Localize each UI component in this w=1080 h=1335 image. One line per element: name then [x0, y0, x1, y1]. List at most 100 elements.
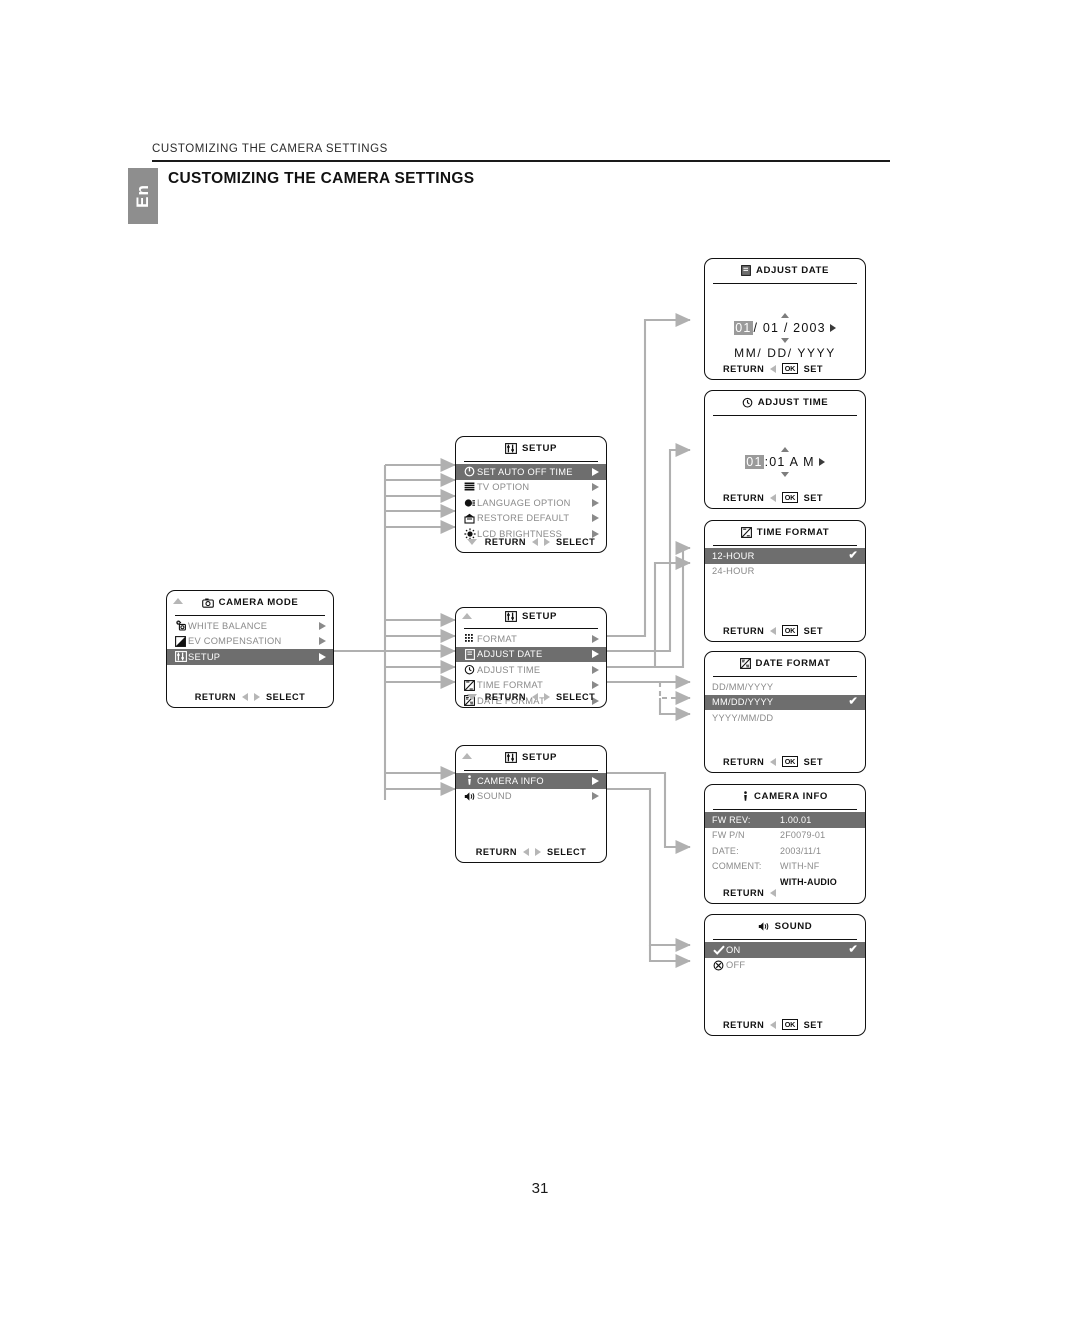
menu-item-time-format[interactable]: TIME FORMAT — [456, 678, 606, 694]
panel-setup-info: SETUP CAMERA INFO SOUND RETURN SELECT — [455, 745, 607, 863]
chevron-right-icon — [319, 637, 326, 646]
panel-adjust-time: ADJUST TIME 01 :01 A M RETURN OK SET — [704, 390, 866, 509]
time-value: 01 :01 A M — [745, 455, 825, 469]
select-label[interactable]: SELECT — [556, 692, 595, 702]
caret-down-icon[interactable] — [781, 472, 789, 477]
info-value: 2003/11/1 — [780, 845, 822, 856]
select-label[interactable]: SELECT — [556, 537, 595, 547]
panel-time-format: TIME FORMAT 12-HOUR ✔ 24-HOUR RETURN OK … — [704, 520, 866, 642]
option-12-hour[interactable]: 12-HOUR ✔ — [705, 548, 865, 564]
menu-item-white-balance[interactable]: WHITE BALANCE — [167, 618, 333, 634]
caret-up-icon[interactable] — [781, 447, 789, 452]
ok-button[interactable]: OK — [782, 625, 798, 636]
panel-footer: RETURN OK SET — [705, 625, 865, 636]
time-rest: :01 A M — [764, 455, 815, 469]
info-row: FW P/N 2F0079-01 — [705, 828, 865, 844]
menu-item-label: SETUP — [188, 651, 221, 662]
scroll-down-icon[interactable] — [466, 539, 477, 545]
return-label[interactable]: RETURN — [723, 626, 764, 636]
menu-item-setup[interactable]: SETUP — [167, 649, 333, 665]
menu-item-tv-option[interactable]: TV OPTION — [456, 480, 606, 496]
time-value-editor[interactable]: 01 :01 A M — [705, 447, 865, 477]
return-label[interactable]: RETURN — [723, 757, 764, 767]
option-label: OFF — [726, 960, 746, 971]
menu-item-label: SOUND — [477, 791, 512, 802]
menu-item-label: EV COMPENSATION — [188, 636, 282, 647]
panel-title: ADJUST DATE — [705, 265, 865, 276]
return-label[interactable]: RETURN — [723, 364, 764, 374]
set-label[interactable]: SET — [804, 757, 823, 767]
return-label[interactable]: RETURN — [485, 537, 526, 547]
arrow-left-icon — [770, 757, 777, 766]
option-sound-on[interactable]: ON ✔ — [705, 942, 865, 958]
menu-item-adjust-time[interactable]: ADJUST TIME — [456, 662, 606, 678]
menu-item-restore-default[interactable]: RESTORE DEFAULT — [456, 511, 606, 527]
panel-title: SETUP — [456, 752, 606, 763]
info-key: FW P/N — [712, 830, 745, 841]
chevron-right-icon — [319, 652, 326, 661]
return-label[interactable]: RETURN — [476, 847, 517, 857]
info-row: FW REV: 1.00.01 — [705, 812, 865, 828]
panel-title-text: SETUP — [522, 611, 557, 622]
panel-title-text: ADJUST DATE — [755, 265, 830, 276]
date-month-field[interactable]: 01 — [734, 321, 753, 335]
panel-footer: RETURN SELECT — [167, 692, 333, 702]
language-icon — [462, 498, 477, 508]
ok-button[interactable]: OK — [782, 363, 798, 374]
panel-footer: RETURN OK SET — [705, 1019, 865, 1030]
set-label[interactable]: SET — [804, 493, 823, 503]
calendar-icon — [462, 648, 477, 660]
return-label[interactable]: RETURN — [485, 692, 526, 702]
menu-item-adjust-date[interactable]: ADJUST DATE — [456, 646, 606, 662]
time-format-icon — [740, 527, 752, 538]
menu-item-language-option[interactable]: LANGUAGE OPTION — [456, 495, 606, 511]
menu-item-label: TIME FORMAT — [477, 680, 544, 691]
menu-item-camera-info[interactable]: CAMERA INFO — [456, 773, 606, 789]
panel-footer: RETURN SELECT — [456, 537, 606, 547]
caret-down-icon[interactable] — [781, 338, 789, 343]
return-label[interactable]: RETURN — [723, 1020, 764, 1030]
clock-icon — [742, 397, 753, 408]
menu-item-set-auto-off-time[interactable]: SET AUTO OFF TIME — [456, 464, 606, 480]
info-row: DATE: 2003/11/1 — [705, 843, 865, 859]
set-label[interactable]: SET — [804, 364, 823, 374]
date-value-editor[interactable]: 01 / 01 / 2003 MM/ DD/ YYYY — [705, 313, 865, 360]
menu-item-label: TV OPTION — [477, 482, 530, 493]
option-label: 12-HOUR — [712, 550, 755, 561]
scroll-down-icon[interactable] — [466, 694, 477, 700]
option-24-hour[interactable]: 24-HOUR — [705, 564, 865, 580]
set-label[interactable]: SET — [804, 1020, 823, 1030]
arrow-right-icon[interactable] — [818, 458, 825, 466]
info-value: WITH-NF — [780, 861, 820, 872]
return-label[interactable]: RETURN — [723, 493, 764, 503]
option-yyyy-mm-dd[interactable]: YYYY/MM/DD — [705, 710, 865, 726]
ok-button[interactable]: OK — [782, 492, 798, 503]
return-label[interactable]: RETURN — [195, 692, 236, 702]
menu-item-sound[interactable]: SOUND — [456, 789, 606, 805]
menu-item-label: FORMAT — [477, 633, 518, 644]
info-key: COMMENT: — [712, 861, 762, 872]
arrow-left-icon — [532, 538, 539, 546]
time-hour-field[interactable]: 01 — [745, 455, 764, 469]
ok-button[interactable]: OK — [782, 1019, 798, 1030]
option-sound-off[interactable]: OFF — [705, 958, 865, 974]
option-mm-dd-yyyy[interactable]: MM/DD/YYYY ✔ — [705, 694, 865, 710]
menu-item-ev-compensation[interactable]: EV COMPENSATION — [167, 634, 333, 650]
info-value: 2F0079-01 — [780, 830, 826, 841]
panel-camera-mode: CAMERA MODE WHITE BALANCE EV COMPENSATIO… — [166, 590, 334, 708]
ok-button[interactable]: OK — [782, 756, 798, 767]
set-label[interactable]: SET — [804, 626, 823, 636]
arrow-right-icon[interactable] — [829, 324, 836, 332]
return-label[interactable]: RETURN — [723, 888, 764, 898]
setup-icon — [505, 752, 517, 763]
chevron-right-icon — [592, 792, 599, 801]
option-dd-mm-yyyy[interactable]: DD/MM/YYYY — [705, 679, 865, 695]
caret-up-icon[interactable] — [781, 313, 789, 318]
select-label[interactable]: SELECT — [266, 692, 305, 702]
panel-title-text: CAMERA INFO — [754, 791, 828, 802]
select-label[interactable]: SELECT — [547, 847, 586, 857]
menu-item-format[interactable]: FORMAT — [456, 631, 606, 647]
panel-sound: SOUND ON ✔ OFF RETURN OK SET — [704, 914, 866, 1036]
arrow-left-icon — [770, 626, 777, 635]
panel-title-text: TIME FORMAT — [756, 527, 830, 538]
